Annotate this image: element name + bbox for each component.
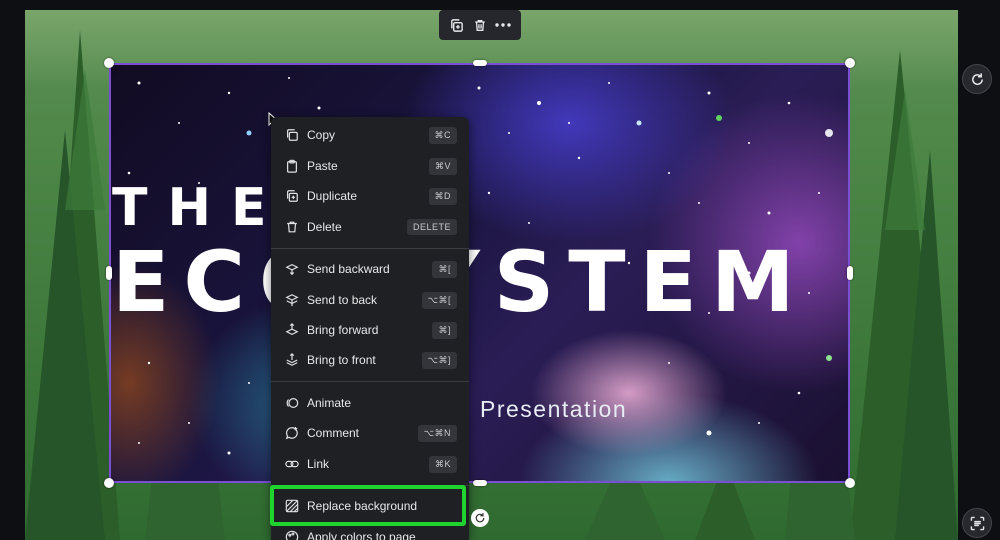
menu-item-label: Bring forward	[307, 323, 379, 337]
menu-item-label: Comment	[307, 426, 360, 440]
resize-handle-top-right[interactable]	[845, 58, 855, 68]
shortcut-badge: ⌘]	[432, 321, 457, 339]
menu-divider	[271, 248, 469, 249]
rotate-handle-icon[interactable]	[471, 509, 489, 527]
shortcut-badge: ⌥⌘[	[421, 291, 457, 309]
menu-item-animate[interactable]: Animate	[271, 388, 469, 418]
copy-icon	[283, 126, 301, 144]
menu-item-copy[interactable]: Copy ⌘C	[271, 120, 469, 150]
menu-item-label: Duplicate	[307, 189, 358, 203]
menu-item-duplicate[interactable]: Duplicate ⌘D	[271, 181, 469, 211]
link-icon	[283, 455, 301, 473]
resize-handle-bottom[interactable]	[473, 480, 487, 486]
menu-item-comment[interactable]: Comment ⌥⌘N	[271, 418, 469, 448]
resize-handle-right[interactable]	[847, 266, 853, 280]
palette-icon	[283, 528, 301, 540]
bring-forward-icon	[283, 321, 301, 339]
resize-handle-top-left[interactable]	[104, 58, 114, 68]
menu-item-send-to-back[interactable]: Send to back ⌥⌘[	[271, 285, 469, 315]
menu-item-label: Paste	[307, 159, 338, 173]
menu-item-label: Send to back	[307, 293, 378, 307]
resize-handle-left[interactable]	[106, 266, 112, 280]
menu-item-label: Animate	[307, 396, 352, 410]
shortcut-badge: ⌘D	[428, 187, 457, 205]
menu-item-label: Copy	[307, 128, 336, 142]
menu-divider	[271, 381, 469, 382]
copy-duplicate-icon[interactable]	[446, 14, 468, 36]
menu-item-bring-forward[interactable]: Bring forward ⌘]	[271, 315, 469, 345]
menu-item-label: Send backward	[307, 262, 390, 276]
menu-item-bring-to-front[interactable]: Bring to front ⌥⌘]	[271, 345, 469, 375]
element-toolbar	[439, 10, 521, 40]
selection-frame	[109, 63, 850, 483]
menu-item-paste[interactable]: Paste ⌘V	[271, 151, 469, 181]
animate-icon	[283, 394, 301, 412]
scan-text-icon[interactable]	[962, 508, 992, 538]
shortcut-badge: ⌘V	[428, 157, 457, 175]
comment-icon	[283, 424, 301, 442]
trash-icon	[283, 218, 301, 236]
shortcut-badge: ⌥⌘]	[421, 351, 457, 369]
highlight-box	[270, 485, 466, 526]
context-menu: Copy ⌘C Paste ⌘V Duplicate ⌘D Delete DEL…	[271, 117, 469, 540]
send-to-back-icon	[283, 291, 301, 309]
menu-item-label: Delete	[307, 220, 342, 234]
duplicate-icon	[283, 187, 301, 205]
canvas-workspace: THE ECOSYSTEM Presentation Copy ⌘C	[0, 0, 1000, 540]
shortcut-badge: ⌘C	[428, 126, 457, 144]
refresh-icon[interactable]	[962, 64, 992, 94]
resize-handle-top[interactable]	[473, 60, 487, 66]
menu-item-send-backward[interactable]: Send backward ⌘[	[271, 254, 469, 284]
more-icon[interactable]	[492, 14, 514, 36]
resize-handle-bottom-left[interactable]	[104, 478, 114, 488]
menu-item-label: Bring to front	[307, 353, 376, 367]
shortcut-badge: DELETE	[406, 219, 457, 235]
resize-handle-bottom-right[interactable]	[845, 478, 855, 488]
menu-item-delete[interactable]: Delete DELETE	[271, 212, 469, 242]
shortcut-badge: ⌥⌘N	[417, 424, 457, 442]
clipboard-icon	[283, 157, 301, 175]
menu-item-label: Link	[307, 457, 330, 471]
bring-to-front-icon	[283, 351, 301, 369]
menu-item-link[interactable]: Link ⌘K	[271, 449, 469, 479]
shortcut-badge: ⌘K	[428, 455, 457, 473]
trash-icon[interactable]	[469, 14, 491, 36]
shortcut-badge: ⌘[	[432, 260, 457, 278]
menu-item-label: Apply colors to page	[307, 530, 416, 540]
send-backward-icon	[283, 260, 301, 278]
